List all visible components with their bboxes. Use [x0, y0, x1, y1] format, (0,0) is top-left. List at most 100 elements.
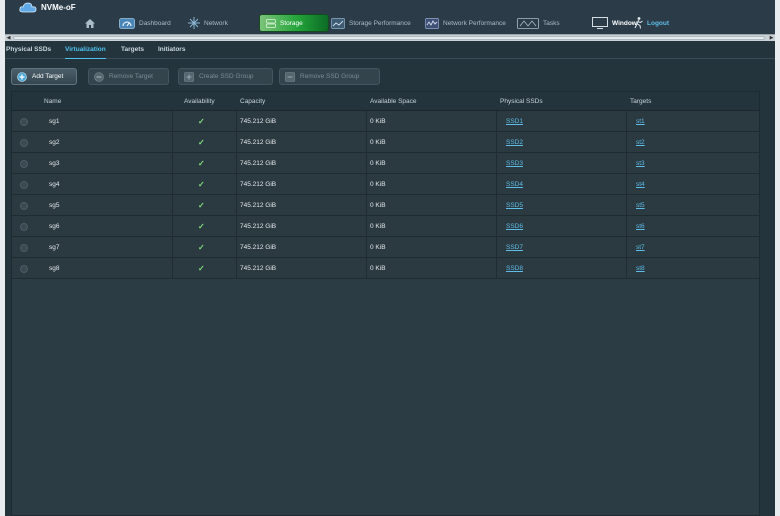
header-name[interactable]: Name: [44, 98, 61, 105]
nav-dashboard[interactable]: Dashboard: [119, 14, 171, 32]
physical-ssd-link[interactable]: SSD8: [506, 258, 523, 279]
nav-tasks[interactable]: Tasks: [517, 14, 560, 32]
cell-capacity: 745.212 GiB: [240, 139, 277, 146]
table-row[interactable]: sg5 ✓ 745.212 GiB 0 KiB SSD5 st5: [12, 195, 759, 216]
create-ssd-group-button[interactable]: Create SSD Group: [178, 68, 273, 85]
dashboard-icon: [119, 17, 135, 29]
row-select-checkbox[interactable]: [20, 265, 28, 273]
nav-window[interactable]: Window: [592, 14, 637, 32]
app-title: NVMe-oF: [41, 2, 76, 12]
table-row[interactable]: sg6 ✓ 745.212 GiB 0 KiB SSD6 st6: [12, 216, 759, 237]
column-divider: [496, 237, 497, 258]
column-divider: [496, 258, 497, 279]
table-row[interactable]: sg1 ✓ 745.212 GiB 0 KiB SSD1 st1: [12, 111, 759, 132]
column-divider: [366, 153, 367, 174]
row-select-checkbox[interactable]: [20, 118, 28, 126]
target-link[interactable]: st3: [636, 153, 645, 174]
header-available-space[interactable]: Available Space: [370, 98, 417, 105]
column-divider: [626, 153, 627, 174]
header-targets[interactable]: Targets: [630, 98, 651, 105]
cell-available-space: 0 KiB: [370, 181, 386, 188]
tab-virtualization[interactable]: Virtualization: [65, 46, 106, 59]
cell-capacity: 745.212 GiB: [240, 202, 277, 209]
table-row[interactable]: sg7 ✓ 745.212 GiB 0 KiB SSD7 st7: [12, 237, 759, 258]
nav-logout[interactable]: Logout: [634, 14, 669, 32]
header-availability[interactable]: Availability: [184, 98, 215, 105]
row-select-checkbox[interactable]: [20, 181, 28, 189]
availability-check-icon: ✓: [198, 243, 205, 252]
table-row[interactable]: sg3 ✓ 745.212 GiB 0 KiB SSD3 st3: [12, 153, 759, 174]
table-row[interactable]: sg8 ✓ 745.212 GiB 0 KiB SSD8 st8: [12, 258, 759, 279]
column-divider: [496, 153, 497, 174]
table-row[interactable]: sg4 ✓ 745.212 GiB 0 KiB SSD4 st4: [12, 174, 759, 195]
tab-targets[interactable]: Targets: [121, 46, 144, 53]
target-link[interactable]: st4: [636, 174, 645, 195]
nav-storage-performance[interactable]: Storage Performance: [331, 14, 411, 32]
logo: NVMe-oF: [19, 1, 76, 13]
availability-check-icon: ✓: [198, 180, 205, 189]
table-row[interactable]: sg2 ✓ 745.212 GiB 0 KiB SSD2 st2: [12, 132, 759, 153]
storage-icon: [266, 18, 276, 28]
toolbar: Add Target Remove Target Create SSD Grou…: [5, 66, 775, 86]
column-divider: [172, 258, 173, 279]
physical-ssd-link[interactable]: SSD3: [506, 153, 523, 174]
target-link[interactable]: st8: [636, 258, 645, 279]
nav-network[interactable]: Network: [188, 14, 228, 32]
physical-ssd-link[interactable]: SSD4: [506, 174, 523, 195]
nav-storage-performance-label: Storage Performance: [349, 19, 411, 27]
nav-network-performance[interactable]: Network Performance: [425, 14, 506, 32]
remove-ssd-group-button[interactable]: Remove SSD Group: [279, 68, 380, 85]
physical-ssd-link[interactable]: SSD7: [506, 237, 523, 258]
availability-check-icon: ✓: [198, 117, 205, 126]
logout-icon: [634, 17, 643, 29]
cell-available-space: 0 KiB: [370, 244, 386, 251]
column-divider: [366, 258, 367, 279]
row-select-checkbox[interactable]: [20, 223, 28, 231]
cell-available-space: 0 KiB: [370, 223, 386, 230]
column-divider: [366, 111, 367, 132]
column-divider: [626, 132, 627, 153]
target-link[interactable]: st6: [636, 216, 645, 237]
cell-name: sg6: [49, 223, 60, 230]
column-divider: [626, 258, 627, 279]
target-link[interactable]: st1: [636, 111, 645, 132]
column-divider: [496, 174, 497, 195]
cell-available-space: 0 KiB: [370, 118, 386, 125]
physical-ssd-link[interactable]: SSD5: [506, 195, 523, 216]
availability-check-icon: ✓: [198, 222, 205, 231]
add-target-button[interactable]: Add Target: [11, 68, 77, 85]
remove-group-icon: [285, 71, 295, 82]
nav-storage[interactable]: Storage: [259, 14, 329, 32]
row-select-checkbox[interactable]: [20, 160, 28, 168]
cell-name: sg8: [49, 265, 60, 272]
row-select-checkbox[interactable]: [20, 202, 28, 210]
row-select-checkbox[interactable]: [20, 244, 28, 252]
nav-home[interactable]: [85, 14, 99, 32]
table-header: Name Availability Capacity Available Spa…: [12, 92, 759, 111]
horizontal-scrollbar[interactable]: ◀ ▶: [5, 34, 775, 41]
remove-target-button[interactable]: Remove Target: [88, 68, 169, 85]
header-physical-ssds[interactable]: Physical SSDs: [500, 98, 543, 105]
window-icon: [592, 17, 608, 29]
row-select-checkbox[interactable]: [20, 139, 28, 147]
availability-check-icon: ✓: [198, 201, 205, 210]
physical-ssd-link[interactable]: SSD6: [506, 216, 523, 237]
network-icon: [188, 17, 200, 29]
remove-target-label: Remove Target: [109, 73, 153, 80]
tab-initiators[interactable]: Initiators: [158, 46, 185, 53]
tab-physical-ssds[interactable]: Physical SSDs: [6, 46, 51, 53]
cell-capacity: 745.212 GiB: [240, 265, 277, 272]
header-capacity[interactable]: Capacity: [240, 98, 265, 105]
physical-ssd-link[interactable]: SSD2: [506, 132, 523, 153]
tasks-icon: [517, 17, 539, 29]
column-divider: [236, 237, 237, 258]
scrollbar-thumb[interactable]: [13, 36, 765, 40]
remove-ssd-group-label: Remove SSD Group: [300, 73, 360, 80]
target-link[interactable]: st2: [636, 132, 645, 153]
target-link[interactable]: st7: [636, 237, 645, 258]
target-link[interactable]: st5: [636, 195, 645, 216]
column-divider: [366, 216, 367, 237]
cell-available-space: 0 KiB: [370, 265, 386, 272]
column-divider: [496, 132, 497, 153]
physical-ssd-link[interactable]: SSD1: [506, 111, 523, 132]
